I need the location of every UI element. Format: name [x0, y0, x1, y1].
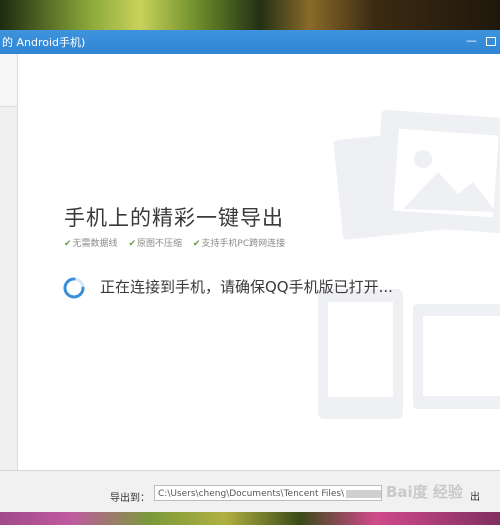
feature-item: ✔原图不压缩	[128, 239, 182, 249]
desktop-background-top	[0, 0, 500, 30]
check-icon: ✔	[128, 239, 136, 249]
feature-label: 无需数据线	[72, 239, 118, 249]
path-prefix: C:\Users\cheng\Documents\Tencent Files\	[158, 489, 345, 499]
loading-spinner-icon	[63, 277, 85, 299]
export-button[interactable]: 出	[470, 488, 480, 503]
footer-bar: 导出到： C:\Users\cheng\Documents\Tencent Fi…	[0, 470, 500, 513]
window-title: 的 Android手机)	[2, 36, 86, 49]
left-panel-strip	[0, 54, 18, 470]
maximize-button[interactable]	[486, 37, 496, 46]
left-panel-tab[interactable]	[0, 54, 17, 107]
title-bar[interactable]: 的 Android手机) —	[0, 30, 500, 54]
minimize-button[interactable]: —	[466, 35, 477, 47]
baidu-watermark: Bai度 经验	[386, 483, 463, 501]
redacted-segment	[346, 489, 381, 498]
check-icon: ✔	[192, 239, 201, 249]
export-path-field[interactable]: C:\Users\cheng\Documents\Tencent Files\\	[154, 485, 382, 501]
export-to-label: 导出到：	[110, 493, 150, 504]
desktop-background-bottom	[0, 512, 500, 525]
feature-label: 支持手机PC跨网连接	[201, 239, 286, 249]
connection-status: 正在连接到手机，请确保QQ手机版已打开...	[100, 278, 393, 296]
feature-list: ✔无需数据线 ✔原图不压缩 ✔支持手机PC跨网连接	[64, 236, 293, 249]
page-headline: 手机上的精彩一键导出	[64, 206, 284, 230]
photo-phone-watermark-icon	[318, 109, 500, 419]
feature-item: ✔支持手机PC跨网连接	[193, 239, 285, 249]
app-window: 的 Android手机) — 手机上的精彩一键导出 ✔无需数据线 ✔原图不压缩 …	[0, 30, 500, 513]
main-content: 手机上的精彩一键导出 ✔无需数据线 ✔原图不压缩 ✔支持手机PC跨网连接 正在连…	[18, 54, 500, 470]
feature-item: ✔无需数据线	[64, 239, 118, 249]
check-icon: ✔	[64, 239, 72, 249]
feature-label: 原图不压缩	[136, 239, 182, 249]
